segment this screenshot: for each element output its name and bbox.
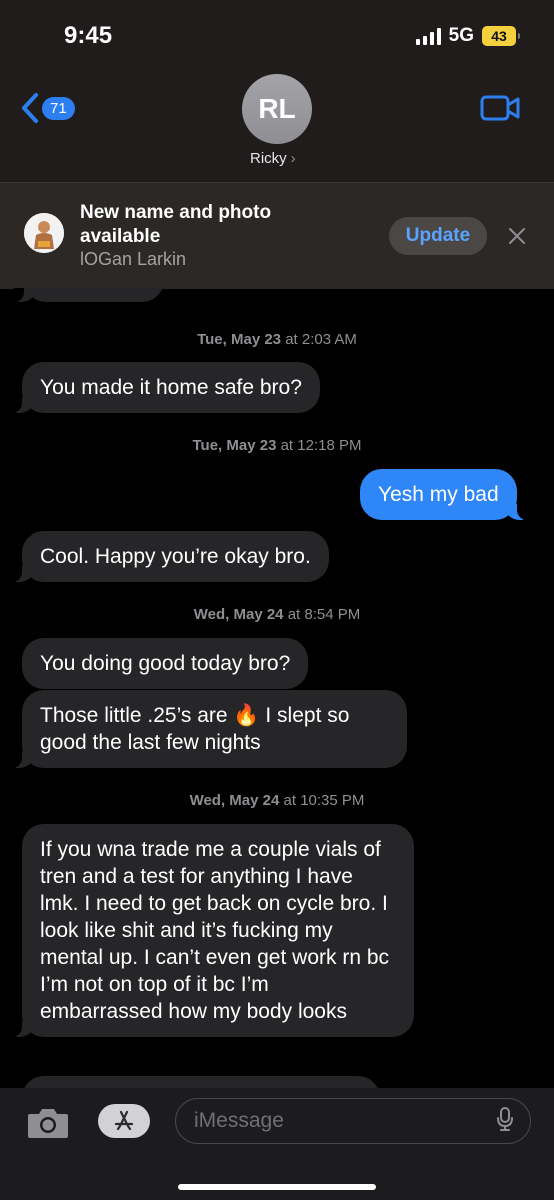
message-text: Those little .25’s are — [40, 704, 228, 727]
message-bubble-partial — [22, 1076, 380, 1088]
timestamp-time: at 10:35 PM — [283, 792, 365, 809]
message-input[interactable]: iMessage — [175, 1098, 531, 1144]
message-input-placeholder: iMessage — [194, 1109, 284, 1132]
timestamp: Tue, May 23 at 12:18 PM — [0, 437, 554, 454]
back-button[interactable]: 71 — [20, 92, 75, 124]
conversation-header: 9:45 5G 43 71 RL Ricky › — [0, 0, 554, 182]
timestamp-time: at 8:54 PM — [287, 606, 361, 623]
battery-icon: 43 — [482, 26, 520, 46]
chevron-left-icon — [20, 92, 40, 124]
name-photo-banner: New name and photo available lOGan Larki… — [0, 182, 554, 289]
contact-avatar[interactable]: RL — [242, 74, 312, 144]
microphone-icon[interactable] — [496, 1106, 514, 1137]
app-store-icon — [114, 1110, 134, 1131]
timestamp: Wed, May 24 at 10:35 PM — [0, 792, 554, 809]
message-list[interactable]: Tue, May 23 at 2:03 AM You made it home … — [0, 288, 554, 1088]
close-icon[interactable] — [507, 226, 527, 251]
incoming-message[interactable]: Those little .25’s are 🔥 I slept so good… — [12, 690, 407, 768]
timestamp-day: Tue, May 23 — [197, 331, 282, 348]
video-call-icon[interactable] — [480, 94, 520, 127]
signal-icon — [415, 27, 441, 45]
avatar-initials: RL — [258, 93, 296, 124]
timestamp-time: at 2:03 AM — [285, 331, 357, 348]
timestamp-day: Wed, May 24 — [189, 792, 280, 809]
incoming-message[interactable]: You doing good today bro? — [22, 638, 309, 689]
battery-level: 43 — [491, 28, 507, 44]
timestamp: Tue, May 23 at 2:03 AM — [0, 331, 554, 348]
timestamp-day: Tue, May 23 — [192, 437, 277, 454]
status-time: 9:45 — [64, 22, 113, 49]
unread-count-badge: 71 — [42, 96, 75, 120]
compose-bar: iMessage — [0, 1088, 554, 1200]
home-indicator[interactable] — [178, 1184, 376, 1190]
timestamp-time: at 12:18 PM — [280, 437, 362, 454]
banner-title: New name and photo available — [80, 202, 272, 247]
incoming-message[interactable]: Cool. Happy you’re okay bro. — [12, 531, 329, 582]
update-button[interactable]: Update — [389, 217, 487, 255]
camera-icon[interactable] — [26, 1106, 70, 1145]
contact-name-button[interactable]: Ricky › — [250, 150, 296, 167]
incoming-message[interactable]: You made it home safe bro? — [12, 362, 320, 413]
banner-avatar — [24, 213, 64, 253]
contact-name: Ricky — [250, 150, 287, 167]
fire-emoji-icon: 🔥 — [233, 704, 260, 727]
incoming-message[interactable]: If you wna trade me a couple vials of tr… — [12, 824, 414, 1037]
outgoing-message[interactable]: Yesh my bad — [360, 469, 527, 520]
chevron-right-icon: › — [290, 150, 296, 167]
timestamp: Wed, May 24 at 8:54 PM — [0, 606, 554, 623]
status-indicators: 5G 43 — [415, 25, 520, 47]
message-bubble-partial — [14, 288, 164, 302]
timestamp-day: Wed, May 24 — [193, 606, 284, 623]
network-type: 5G — [448, 25, 474, 46]
banner-subtitle: lOGan Larkin — [80, 249, 187, 269]
app-store-button[interactable] — [98, 1104, 150, 1138]
